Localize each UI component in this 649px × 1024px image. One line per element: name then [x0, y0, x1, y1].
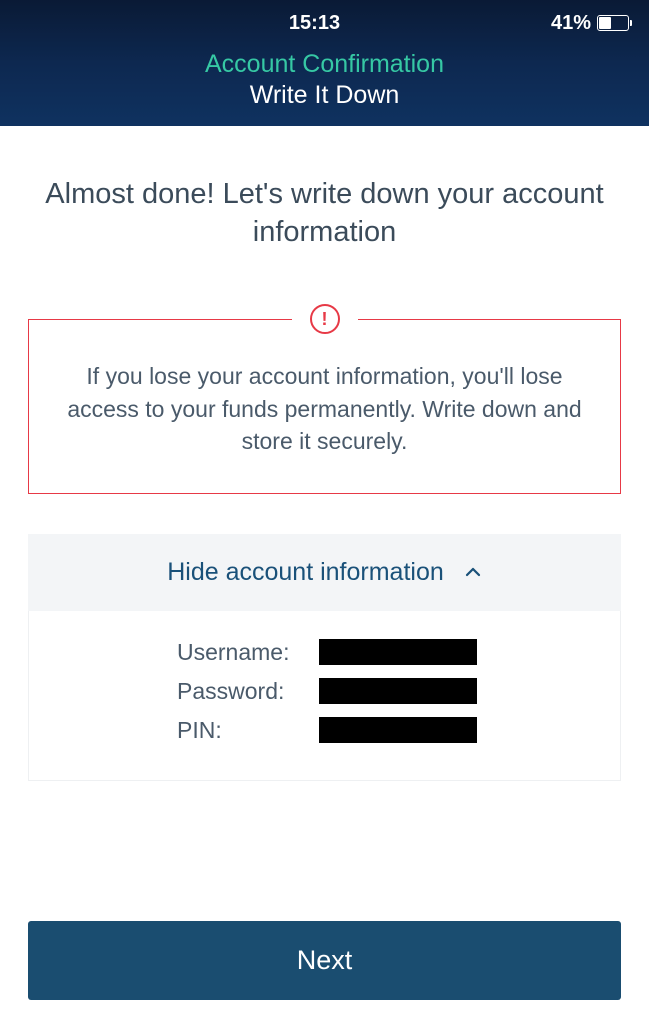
chevron-up-icon — [464, 563, 482, 581]
password-value — [319, 678, 477, 704]
username-value — [319, 639, 477, 665]
pin-row: PIN: — [29, 711, 620, 750]
username-row: Username: — [29, 633, 620, 672]
battery-icon — [597, 15, 629, 31]
password-label: Password: — [29, 678, 319, 705]
status-right: 41% — [529, 12, 629, 35]
battery-percent: 41% — [551, 12, 591, 35]
content-area: Almost done! Let's write down your accou… — [0, 176, 649, 781]
app-header: 15:13 41% Account Confirmation Write It … — [0, 0, 649, 126]
pin-value — [319, 717, 477, 743]
header-titles: Account Confirmation Write It Down — [0, 38, 649, 110]
warning-box: ! If you lose your account information, … — [28, 319, 621, 494]
page-heading: Almost done! Let's write down your accou… — [28, 176, 621, 251]
header-title: Write It Down — [0, 81, 649, 110]
status-time: 15:13 — [100, 12, 529, 35]
header-subtitle: Account Confirmation — [0, 50, 649, 79]
account-info-body: Username: Password: PIN: — [28, 611, 621, 781]
account-info-panel: Hide account information Username: Passw… — [28, 534, 621, 781]
toggle-label: Hide account information — [167, 558, 444, 587]
warning-text: If you lose your account information, yo… — [57, 360, 592, 457]
status-bar: 15:13 41% — [0, 8, 649, 38]
warning-icon: ! — [310, 304, 340, 334]
toggle-account-info-button[interactable]: Hide account information — [28, 534, 621, 611]
pin-label: PIN: — [29, 717, 319, 744]
username-label: Username: — [29, 639, 319, 666]
warning-icon-wrapper: ! — [292, 304, 358, 334]
password-row: Password: — [29, 672, 620, 711]
next-button[interactable]: Next — [28, 921, 621, 1000]
